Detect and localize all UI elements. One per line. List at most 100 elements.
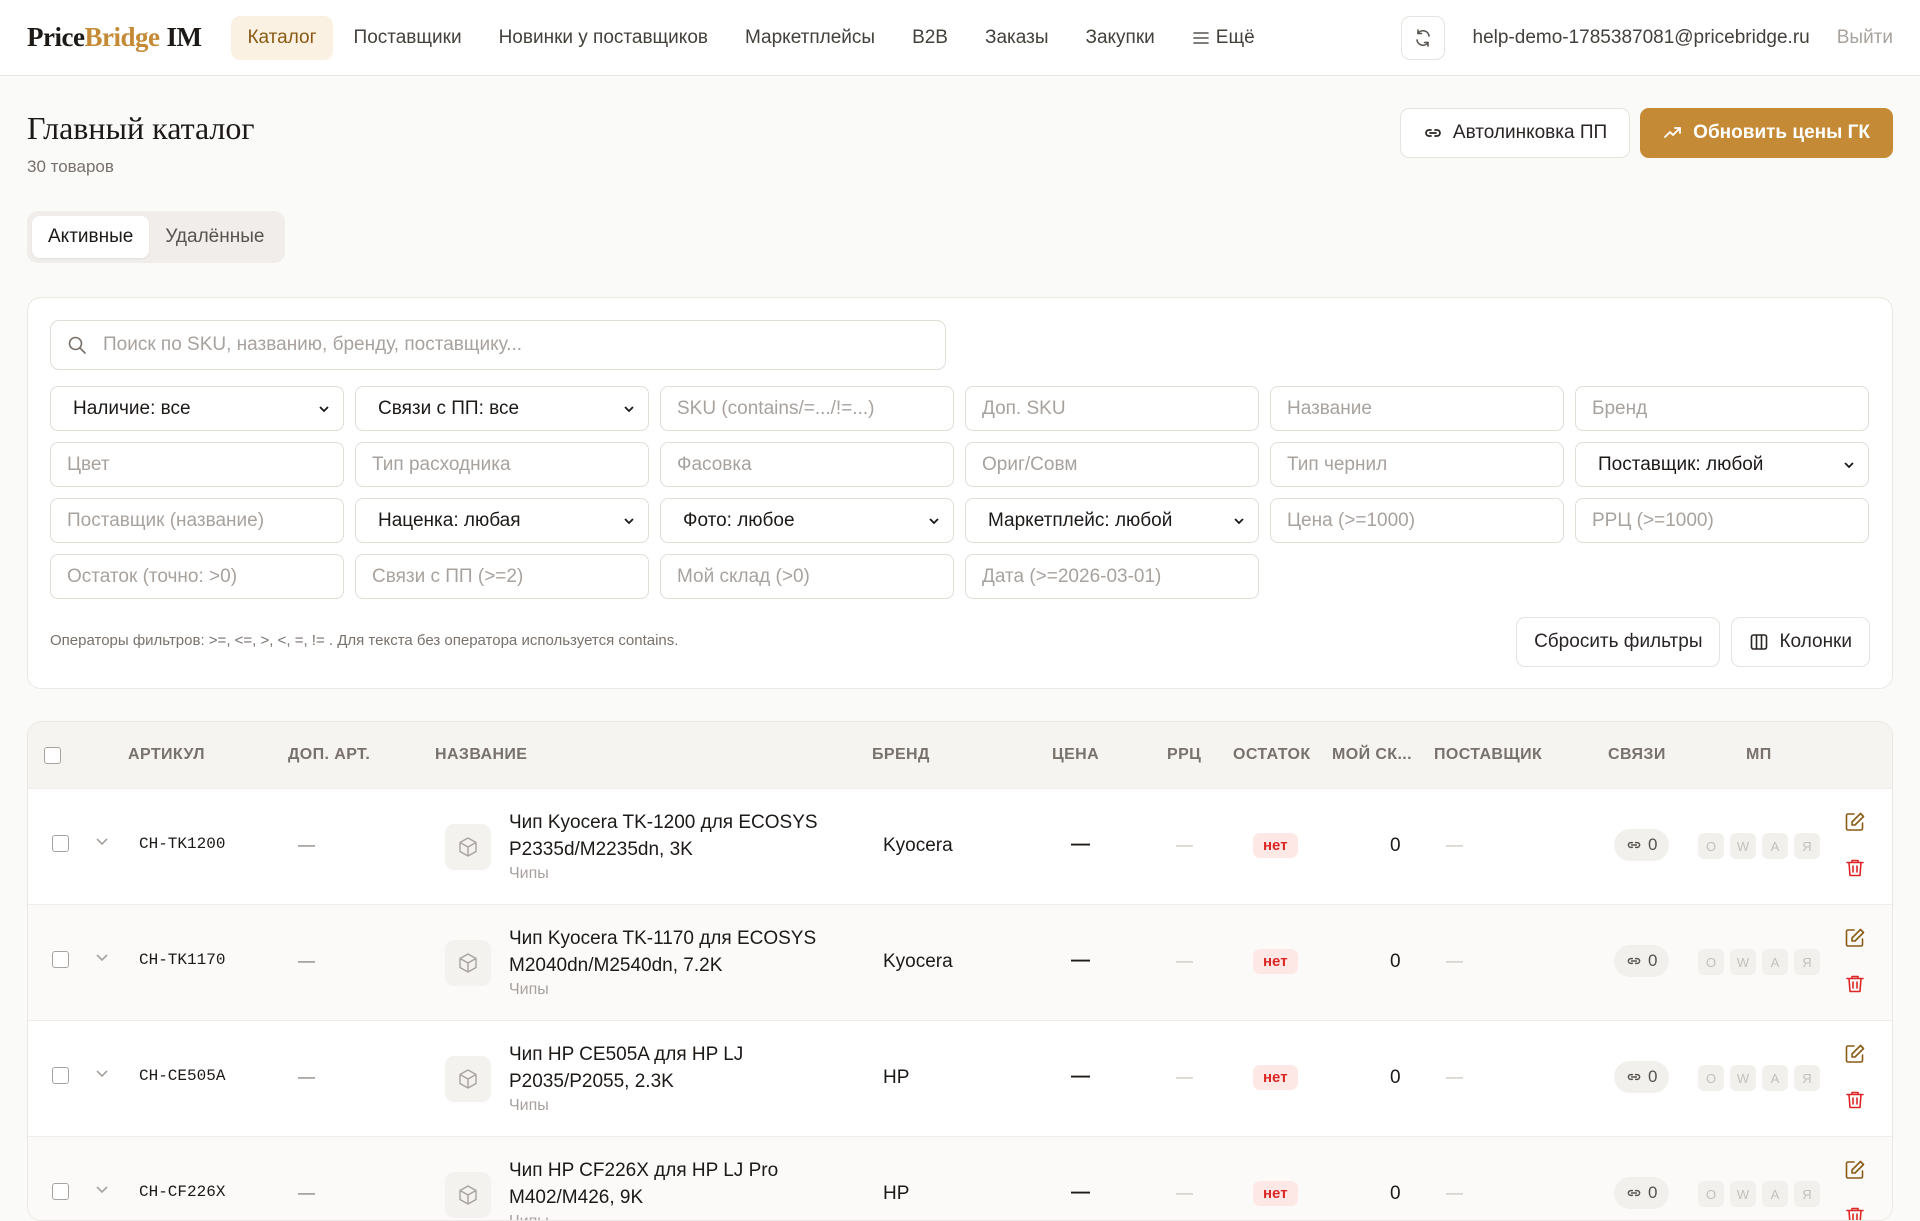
date-filter-input[interactable] <box>965 554 1259 599</box>
edit-icon[interactable] <box>1844 811 1866 833</box>
brand-filter-input[interactable] <box>1575 386 1869 431</box>
trash-icon[interactable] <box>1844 1089 1866 1111</box>
mp-yandex-badge[interactable]: Я <box>1794 1181 1820 1207</box>
mp-yandex-badge[interactable]: Я <box>1794 1065 1820 1091</box>
links-pill[interactable]: 0 <box>1614 1061 1670 1093</box>
row-checkbox[interactable] <box>52 951 69 968</box>
col-supplier[interactable]: ПОСТАВЩИК <box>1434 722 1542 788</box>
orig-compat-filter-input[interactable] <box>965 442 1259 487</box>
mp-yandex-badge[interactable]: Я <box>1794 949 1820 975</box>
edit-icon[interactable] <box>1844 1159 1866 1181</box>
color-filter-input[interactable] <box>50 442 344 487</box>
expand-toggle[interactable] <box>94 1065 110 1081</box>
edit-icon[interactable] <box>1844 1043 1866 1065</box>
mp-ozon-badge[interactable]: O <box>1698 833 1724 859</box>
mp-avito-badge[interactable]: A <box>1762 949 1788 975</box>
expand-toggle[interactable] <box>94 949 110 965</box>
rrp-filter-input[interactable] <box>1575 498 1869 543</box>
row-product-name[interactable]: Чип HP CF226X для HP LJ Pro M402/M426, 9… <box>509 1157 839 1211</box>
select-all-checkbox[interactable] <box>44 746 61 764</box>
columns-button[interactable]: Колонки <box>1731 617 1870 667</box>
extra-sku-filter-input[interactable] <box>965 386 1259 431</box>
row-links[interactable]: 0 <box>1614 945 1670 977</box>
nav-item-purchases[interactable]: Закупки <box>1069 16 1170 60</box>
trash-icon[interactable] <box>1844 1205 1866 1221</box>
mp-wildberries-badge[interactable]: W <box>1730 833 1756 859</box>
row-product-name[interactable]: Чип Kyocera TK-1200 для ECOSYS P2335d/M2… <box>509 809 839 863</box>
row-checkbox[interactable] <box>52 1183 69 1200</box>
logout-link[interactable]: Выйти <box>1837 27 1893 49</box>
links-pill[interactable]: 0 <box>1614 1177 1670 1209</box>
reset-filters-button[interactable]: Сбросить фильтры <box>1516 617 1721 667</box>
table-row[interactable]: CH-CE505A — Чип HP CE505A для HP LJ P203… <box>28 1020 1892 1136</box>
row-product-name[interactable]: Чип Kyocera TK-1170 для ECOSYS M2040dn/M… <box>509 925 839 979</box>
col-price[interactable]: ЦЕНА <box>1052 722 1099 788</box>
tab-deleted[interactable]: Удалённые <box>149 216 280 258</box>
supplier-name-filter-input[interactable] <box>50 498 344 543</box>
name-filter-input[interactable] <box>1270 386 1564 431</box>
supplier-select[interactable]: Поставщик: любой <box>1575 442 1869 487</box>
autolink-button[interactable]: Автолинковка ПП <box>1399 108 1631 158</box>
mp-wildberries-badge[interactable]: W <box>1730 1181 1756 1207</box>
row-product-name[interactable]: Чип HP CE505A для HP LJ P2035/P2055, 2.3… <box>509 1041 839 1095</box>
stock-filter-input[interactable] <box>50 554 344 599</box>
mp-avito-badge[interactable]: A <box>1762 1065 1788 1091</box>
mp-avito-badge[interactable]: A <box>1762 1181 1788 1207</box>
search-input[interactable] <box>103 334 929 356</box>
pack-filter-input[interactable] <box>660 442 954 487</box>
price-filter-input[interactable] <box>1270 498 1564 543</box>
expand-toggle[interactable] <box>94 833 110 849</box>
row-links[interactable]: 0 <box>1614 1061 1670 1093</box>
col-mp[interactable]: МП <box>1746 722 1772 788</box>
col-rrp[interactable]: РРЦ <box>1167 722 1201 788</box>
availability-select[interactable]: Наличие: все <box>50 386 344 431</box>
mp-avito-badge[interactable]: A <box>1762 833 1788 859</box>
mp-wildberries-badge[interactable]: W <box>1730 949 1756 975</box>
mp-wildberries-badge[interactable]: W <box>1730 1065 1756 1091</box>
col-brand[interactable]: БРЕНД <box>872 722 930 788</box>
row-checkbox[interactable] <box>52 1067 69 1084</box>
user-email[interactable]: help-demo-1785387081@pricebridge.ru <box>1473 27 1810 49</box>
nav-item-orders[interactable]: Заказы <box>969 16 1065 60</box>
col-links[interactable]: СВЯЗИ <box>1608 722 1666 788</box>
expand-toggle[interactable] <box>94 1181 110 1197</box>
col-stock[interactable]: ОСТАТОК <box>1233 722 1311 788</box>
col-extra-sku[interactable]: ДОП. АРТ. <box>288 722 370 788</box>
table-row[interactable]: CH-TK1200 — Чип Kyocera TK-1200 для ECOS… <box>28 788 1892 904</box>
row-links[interactable]: 0 <box>1614 829 1670 861</box>
mp-ozon-badge[interactable]: O <box>1698 949 1724 975</box>
sku-filter-input[interactable] <box>660 386 954 431</box>
links-pill[interactable]: 0 <box>1614 829 1670 861</box>
tab-active[interactable]: Активные <box>32 216 150 258</box>
my-stock-filter-input[interactable] <box>660 554 954 599</box>
refresh-button[interactable] <box>1400 16 1445 60</box>
app-logo[interactable]: Price Bridge IM <box>27 22 202 53</box>
row-checkbox[interactable] <box>52 835 69 852</box>
col-sku[interactable]: АРТИКУЛ <box>128 722 205 788</box>
edit-icon[interactable] <box>1844 927 1866 949</box>
col-name[interactable]: НАЗВАНИЕ <box>435 722 527 788</box>
marketplace-select[interactable]: Маркетплейс: любой <box>965 498 1259 543</box>
trash-icon[interactable] <box>1844 973 1866 995</box>
markup-select[interactable]: Наценка: любая <box>355 498 649 543</box>
mp-yandex-badge[interactable]: Я <box>1794 833 1820 859</box>
photo-select[interactable]: Фото: любое <box>660 498 954 543</box>
trash-icon[interactable] <box>1844 857 1866 879</box>
update-prices-button[interactable]: Обновить цены ГК <box>1640 108 1893 158</box>
nav-item-supplier-news[interactable]: Новинки у поставщиков <box>483 16 724 60</box>
row-links[interactable]: 0 <box>1614 1177 1670 1209</box>
ink-type-filter-input[interactable] <box>1270 442 1564 487</box>
nav-item-marketplaces[interactable]: Маркетплейсы <box>729 16 891 60</box>
table-row[interactable]: CH-TK1170 — Чип Kyocera TK-1170 для ECOS… <box>28 904 1892 1020</box>
links-select[interactable]: Связи с ПП: все <box>355 386 649 431</box>
nav-more-button[interactable]: Ещё <box>1176 16 1271 60</box>
nav-item-catalog[interactable]: Каталог <box>231 15 333 60</box>
consumable-type-filter-input[interactable] <box>355 442 649 487</box>
col-my-stock[interactable]: МОЙ СК... <box>1332 722 1412 788</box>
table-row[interactable]: CH-CF226X — Чип HP CF226X для HP LJ Pro … <box>28 1136 1892 1221</box>
nav-item-b2b[interactable]: B2B <box>896 16 964 60</box>
links-count-filter-input[interactable] <box>355 554 649 599</box>
nav-item-suppliers[interactable]: Поставщики <box>338 16 478 60</box>
mp-ozon-badge[interactable]: O <box>1698 1065 1724 1091</box>
links-pill[interactable]: 0 <box>1614 945 1670 977</box>
